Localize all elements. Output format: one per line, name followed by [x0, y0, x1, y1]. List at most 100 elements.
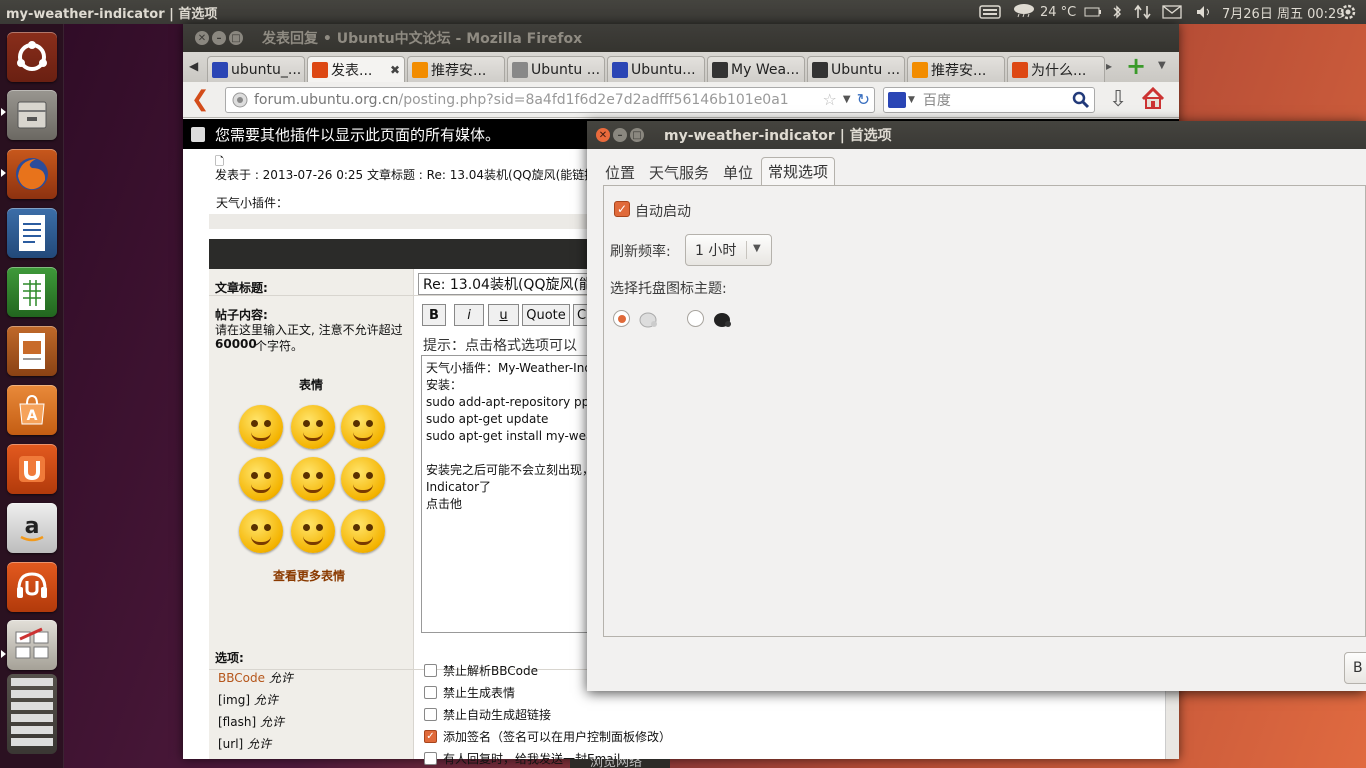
- close-tab-icon[interactable]: ✖: [390, 63, 400, 77]
- smiley-sweat-icon[interactable]: [341, 457, 385, 501]
- baidu-engine-icon[interactable]: [888, 91, 906, 108]
- post-option-checkbox[interactable]: ✓: [424, 730, 437, 743]
- subject-label: 文章标题:: [215, 281, 268, 295]
- dialog-tab[interactable]: 常规选项: [761, 157, 836, 185]
- dialog-tab[interactable]: 位置: [599, 159, 641, 185]
- post-body-textarea[interactable]: 天气小插件：My-Weather-Indi 安装： sudo add-apt-rep…: [421, 355, 589, 633]
- format-hint: 提示：点击格式选项可以: [423, 338, 577, 354]
- smiley-wink-icon[interactable]: [341, 405, 385, 449]
- home-icon[interactable]: [1141, 86, 1165, 113]
- tab-label: 推荐安...: [431, 62, 487, 79]
- more-smilies-link[interactable]: 查看更多表情: [273, 567, 345, 584]
- libreoffice-calc-icon[interactable]: [7, 267, 57, 317]
- close-window-button[interactable]: ✕: [195, 31, 209, 45]
- post-body-line: sudo add-apt-repository ppa:a: [426, 395, 589, 409]
- bbcode-option: [url] 允许: [218, 733, 293, 755]
- tab-label: Ubuntu ...: [531, 61, 601, 78]
- mail-icon[interactable]: [1162, 0, 1182, 24]
- battery-icon[interactable]: [1084, 0, 1102, 24]
- browser-tab[interactable]: 推荐安...: [907, 56, 1005, 82]
- italic-button[interactable]: i: [454, 304, 484, 326]
- theme-light-radio[interactable]: [613, 310, 630, 327]
- bottom-strip: 浏览网络: [570, 759, 670, 768]
- smiley-cool-icon[interactable]: [291, 509, 335, 553]
- volume-icon[interactable]: [1195, 0, 1213, 24]
- browser-tab[interactable]: ubuntu_...: [207, 56, 305, 82]
- search-magnifier-icon[interactable]: [1072, 91, 1090, 113]
- browser-tab[interactable]: My Wea...: [707, 56, 805, 82]
- bookmark-star-icon[interactable]: ☆: [823, 90, 837, 109]
- list-all-tabs-icon[interactable]: ▼: [1158, 60, 1166, 71]
- refresh-combobox[interactable]: 1 小时 ▼: [685, 234, 772, 266]
- smiley-grin-icon[interactable]: [239, 509, 283, 553]
- new-tab-plus-icon[interactable]: +: [1126, 52, 1146, 80]
- libreoffice-impress-icon[interactable]: [7, 326, 57, 376]
- dialog-minimize-button[interactable]: –: [613, 128, 627, 142]
- url-dropdown-icon[interactable]: ▼: [843, 94, 851, 105]
- subject-input[interactable]: Re: 13.04装机(QQ旋风(能: [418, 273, 588, 295]
- dialog-close-action-button[interactable]: B: [1344, 652, 1366, 684]
- autostart-checkbox[interactable]: ✓: [614, 201, 630, 217]
- smiley-tongue-icon[interactable]: [291, 405, 335, 449]
- option-name[interactable]: BBCode: [218, 671, 265, 685]
- dialog-close-button[interactable]: ✕: [596, 128, 610, 142]
- amazon-icon[interactable]: a: [7, 503, 57, 553]
- trash-icon[interactable]: [7, 674, 57, 754]
- general-options-panel: ✓ 自动启动 刷新频率: 1 小时 ▼ 选择托盘图标主题:: [603, 185, 1366, 637]
- dialog-tab[interactable]: 单位: [717, 159, 759, 185]
- code-button[interactable]: C: [573, 304, 588, 326]
- url-bar[interactable]: forum.ubuntu.org.cn/posting.php?sid=8a4f…: [225, 86, 875, 113]
- post-option-checkbox[interactable]: [424, 752, 437, 765]
- underline-button[interactable]: u: [488, 304, 519, 326]
- network-icon[interactable]: [1133, 0, 1153, 24]
- power-gear-icon[interactable]: [1339, 0, 1357, 24]
- keyboard-icon[interactable]: [979, 0, 1001, 24]
- bbcode-option: [flash] 允许: [218, 711, 293, 733]
- browser-tab[interactable]: 为什么...: [1007, 56, 1105, 82]
- smilies-title: 表情: [299, 378, 324, 392]
- post-option-checkbox[interactable]: [424, 686, 437, 699]
- weather-indicator[interactable]: 24 °C: [1012, 0, 1076, 24]
- ubuntu-one-music-icon[interactable]: [7, 562, 57, 612]
- minimize-window-button[interactable]: –: [212, 31, 226, 45]
- post-widget-line: 天气小插件：: [216, 196, 289, 210]
- quote-button[interactable]: Quote: [522, 304, 570, 326]
- smiley-dizzy-icon[interactable]: [341, 509, 385, 553]
- search-box[interactable]: ▼ 百度: [883, 86, 1095, 113]
- dialog-maximize-button[interactable]: □: [630, 128, 644, 142]
- site-identity-icon[interactable]: [230, 91, 250, 109]
- workspace-switcher-icon[interactable]: [7, 620, 57, 670]
- ubuntu-one-icon[interactable]: [7, 444, 57, 494]
- tab-scroll-right-icon[interactable]: ▸: [1106, 59, 1112, 73]
- dialog-tab[interactable]: 天气服务: [643, 159, 715, 185]
- ubuntu-dash-icon[interactable]: [7, 32, 57, 82]
- smiley-giggle-icon[interactable]: [239, 457, 283, 501]
- browser-tab[interactable]: Ubuntu...: [607, 56, 705, 82]
- ubuntu-forum-icon: [1012, 61, 1028, 78]
- firefox-icon[interactable]: [7, 149, 57, 199]
- browser-tab[interactable]: 发表... ✖: [307, 56, 405, 82]
- clock[interactable]: 7月26日 周五 00:29: [1222, 0, 1345, 24]
- reload-icon[interactable]: ↻: [857, 90, 870, 109]
- browser-tab[interactable]: 推荐安...: [407, 56, 505, 82]
- bluetooth-icon[interactable]: [1111, 0, 1123, 24]
- smiley-laugh-icon[interactable]: [291, 457, 335, 501]
- files-icon[interactable]: [7, 90, 57, 140]
- navigation-toolbar: ❮ forum.ubuntu.org.cn/posting.php?sid=8a…: [183, 82, 1179, 118]
- browser-tab[interactable]: Ubuntu ...: [807, 56, 905, 82]
- browser-tab[interactable]: Ubuntu ...: [507, 56, 605, 82]
- back-arrow-icon[interactable]: ❮: [191, 87, 217, 112]
- search-placeholder: 百度: [922, 92, 951, 109]
- post-option-checkbox[interactable]: [424, 708, 437, 721]
- libreoffice-writer-icon[interactable]: [7, 208, 57, 258]
- theme-dark-radio[interactable]: [687, 310, 704, 327]
- bold-button[interactable]: B: [422, 304, 446, 326]
- software-center-icon[interactable]: A: [7, 385, 57, 435]
- tab-scroll-left-icon[interactable]: ◀: [189, 59, 198, 73]
- maximize-window-button[interactable]: □: [229, 31, 243, 45]
- downloads-arrow-icon[interactable]: ⇩: [1109, 87, 1127, 112]
- post-option-checkbox[interactable]: [424, 664, 437, 677]
- baidu-paw-icon: [612, 61, 628, 78]
- engine-dropdown-icon[interactable]: ▼: [908, 95, 915, 105]
- smiley-blush-icon[interactable]: [239, 405, 283, 449]
